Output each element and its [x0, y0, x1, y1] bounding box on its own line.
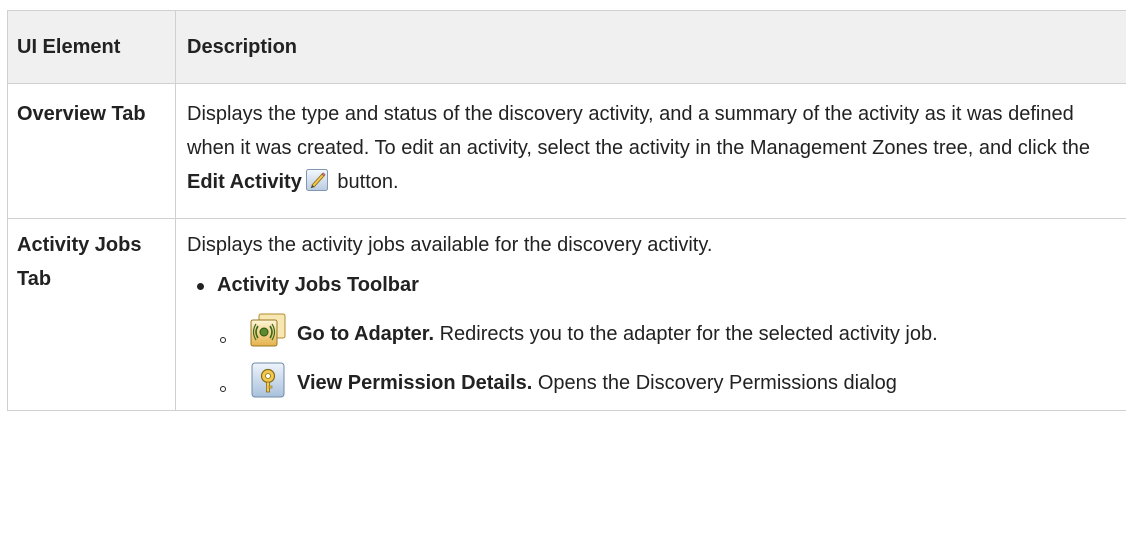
go-to-adapter-text: Redirects you to the adapter for the sel… [434, 323, 938, 345]
header-description: Description [175, 10, 1126, 84]
view-permission-details-title: View Permission Details. [297, 372, 533, 394]
pencil-edit-icon [305, 168, 328, 191]
overview-desc-tail: button. [331, 171, 399, 193]
list-item: View Permission Details. Opens the Disco… [217, 361, 1110, 404]
activity-jobs-desc-text: Displays the activity jobs available for… [187, 234, 713, 256]
toolbar-items-list: Go to Adapter. Redirects you to the adap… [217, 312, 1110, 404]
bullet-circle-icon [220, 386, 226, 392]
list-item: Activity Jobs Toolbar Go to Adapter. Red… [187, 268, 1110, 404]
row-description-overview-tab: Displays the type and status of the disc… [175, 83, 1126, 219]
go-to-adapter-icon [249, 312, 287, 350]
table-row-activity-jobs-tab: Activity Jobs Tab Displays the activity … [7, 218, 1126, 411]
activity-jobs-bullet-list: Activity Jobs Toolbar Go to Adapter. Red… [187, 268, 1110, 404]
edit-activity-label: Edit Activity [187, 171, 302, 193]
view-permission-details-icon [249, 361, 287, 399]
go-to-adapter-title: Go to Adapter. [297, 323, 435, 345]
table-row-overview-tab: Overview Tab Displays the type and statu… [7, 83, 1126, 219]
table-header-row: UI Element Description [7, 10, 1126, 84]
row-label-overview-tab: Overview Tab [7, 83, 176, 219]
bullet-circle-icon [220, 337, 226, 343]
list-item: Go to Adapter. Redirects you to the adap… [217, 312, 1110, 355]
view-permission-details-text: Opens the Discovery Permissions dialog [532, 372, 897, 394]
bullet-dot-icon [197, 283, 204, 290]
row-description-activity-jobs-tab: Displays the activity jobs available for… [175, 218, 1126, 411]
ui-elements-table: UI Element Description Overview Tab Disp… [7, 10, 1126, 411]
ui-elements-table-container: UI Element Description Overview Tab Disp… [0, 0, 1126, 546]
overview-desc-text: Displays the type and status of the disc… [187, 103, 1091, 159]
row-label-activity-jobs-tab: Activity Jobs Tab [7, 218, 176, 411]
activity-jobs-toolbar-heading: Activity Jobs Toolbar [217, 274, 419, 296]
header-ui-element: UI Element [7, 10, 176, 84]
